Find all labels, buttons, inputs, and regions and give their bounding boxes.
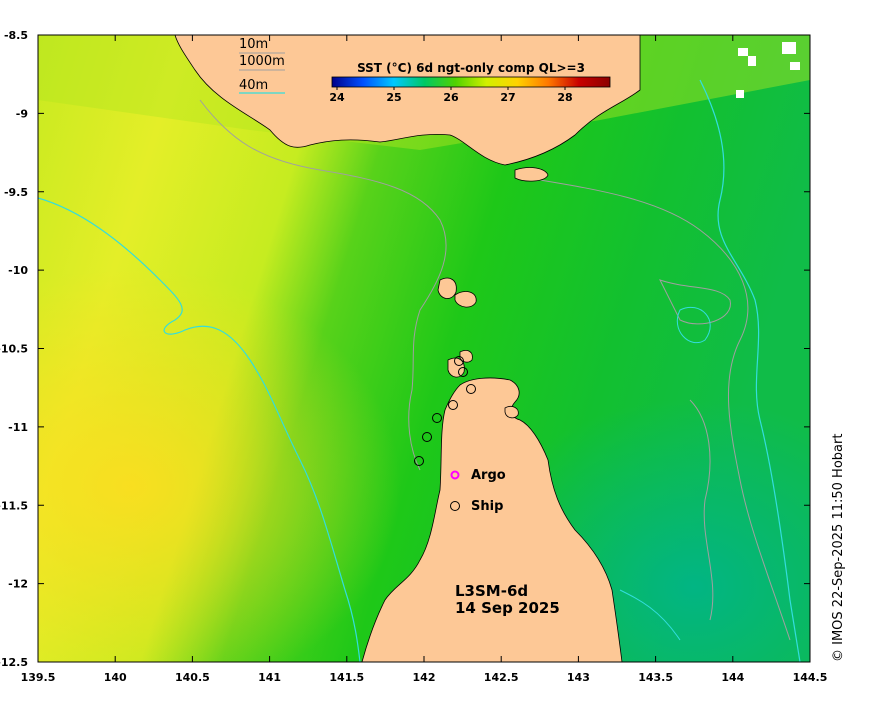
x-tick-label: 140.5 <box>175 671 210 684</box>
legend-40m-label: 40m <box>239 78 268 93</box>
x-tick-label: 141.5 <box>329 671 364 684</box>
y-tick-label: -12.5 <box>0 656 28 669</box>
x-tick-label: 139.5 <box>21 671 56 684</box>
x-tick-label: 144.5 <box>793 671 828 684</box>
colorbar-title: SST (°C) 6d ngt-only comp QL>=3 <box>357 61 585 75</box>
legend-1000m-label: 1000m <box>239 54 285 69</box>
y-tick-label: -10.5 <box>0 343 28 356</box>
y-tick-label: -11.5 <box>0 499 28 512</box>
argo-label: Argo <box>471 468 506 483</box>
x-tick-label: 144 <box>721 671 744 684</box>
x-tick-label: 143.5 <box>638 671 673 684</box>
x-tick-label: 140 <box>104 671 127 684</box>
y-tick-label: -8.5 <box>4 29 28 42</box>
colorbar-scale <box>331 76 611 88</box>
product-date: 14 Sep 2025 <box>455 599 560 617</box>
colorbar-tick-label: 26 <box>443 91 459 104</box>
legend-10m-label: 10m <box>239 37 268 52</box>
copyright: © IMOS 22-Sep-2025 11:50 Hobart <box>831 434 846 662</box>
ship-label: Ship <box>471 499 503 514</box>
y-tick-label: -9 <box>16 107 28 120</box>
sst-map: 139.5 140 140.5 141 141.5 142 142.5 143 143.5 144… <box>0 29 846 684</box>
sst-field <box>38 35 810 662</box>
y-tick-label: -9.5 <box>4 186 28 199</box>
colorbar-tick-label: 27 <box>500 91 515 104</box>
y-tick-label: -12 <box>8 578 28 591</box>
x-tick-label: 141 <box>258 671 281 684</box>
y-tick-label: -11 <box>8 421 28 434</box>
y-tick-label: -10 <box>8 264 28 277</box>
colorbar-tick-label: 25 <box>386 91 401 104</box>
colorbar-tick-label: 28 <box>557 91 572 104</box>
product-name: L3SM-6d <box>455 582 528 600</box>
colorbar-tick-label: 24 <box>329 91 345 104</box>
x-tick-label: 142 <box>413 671 436 684</box>
x-tick-label: 143 <box>567 671 590 684</box>
x-tick-label: 142.5 <box>484 671 519 684</box>
